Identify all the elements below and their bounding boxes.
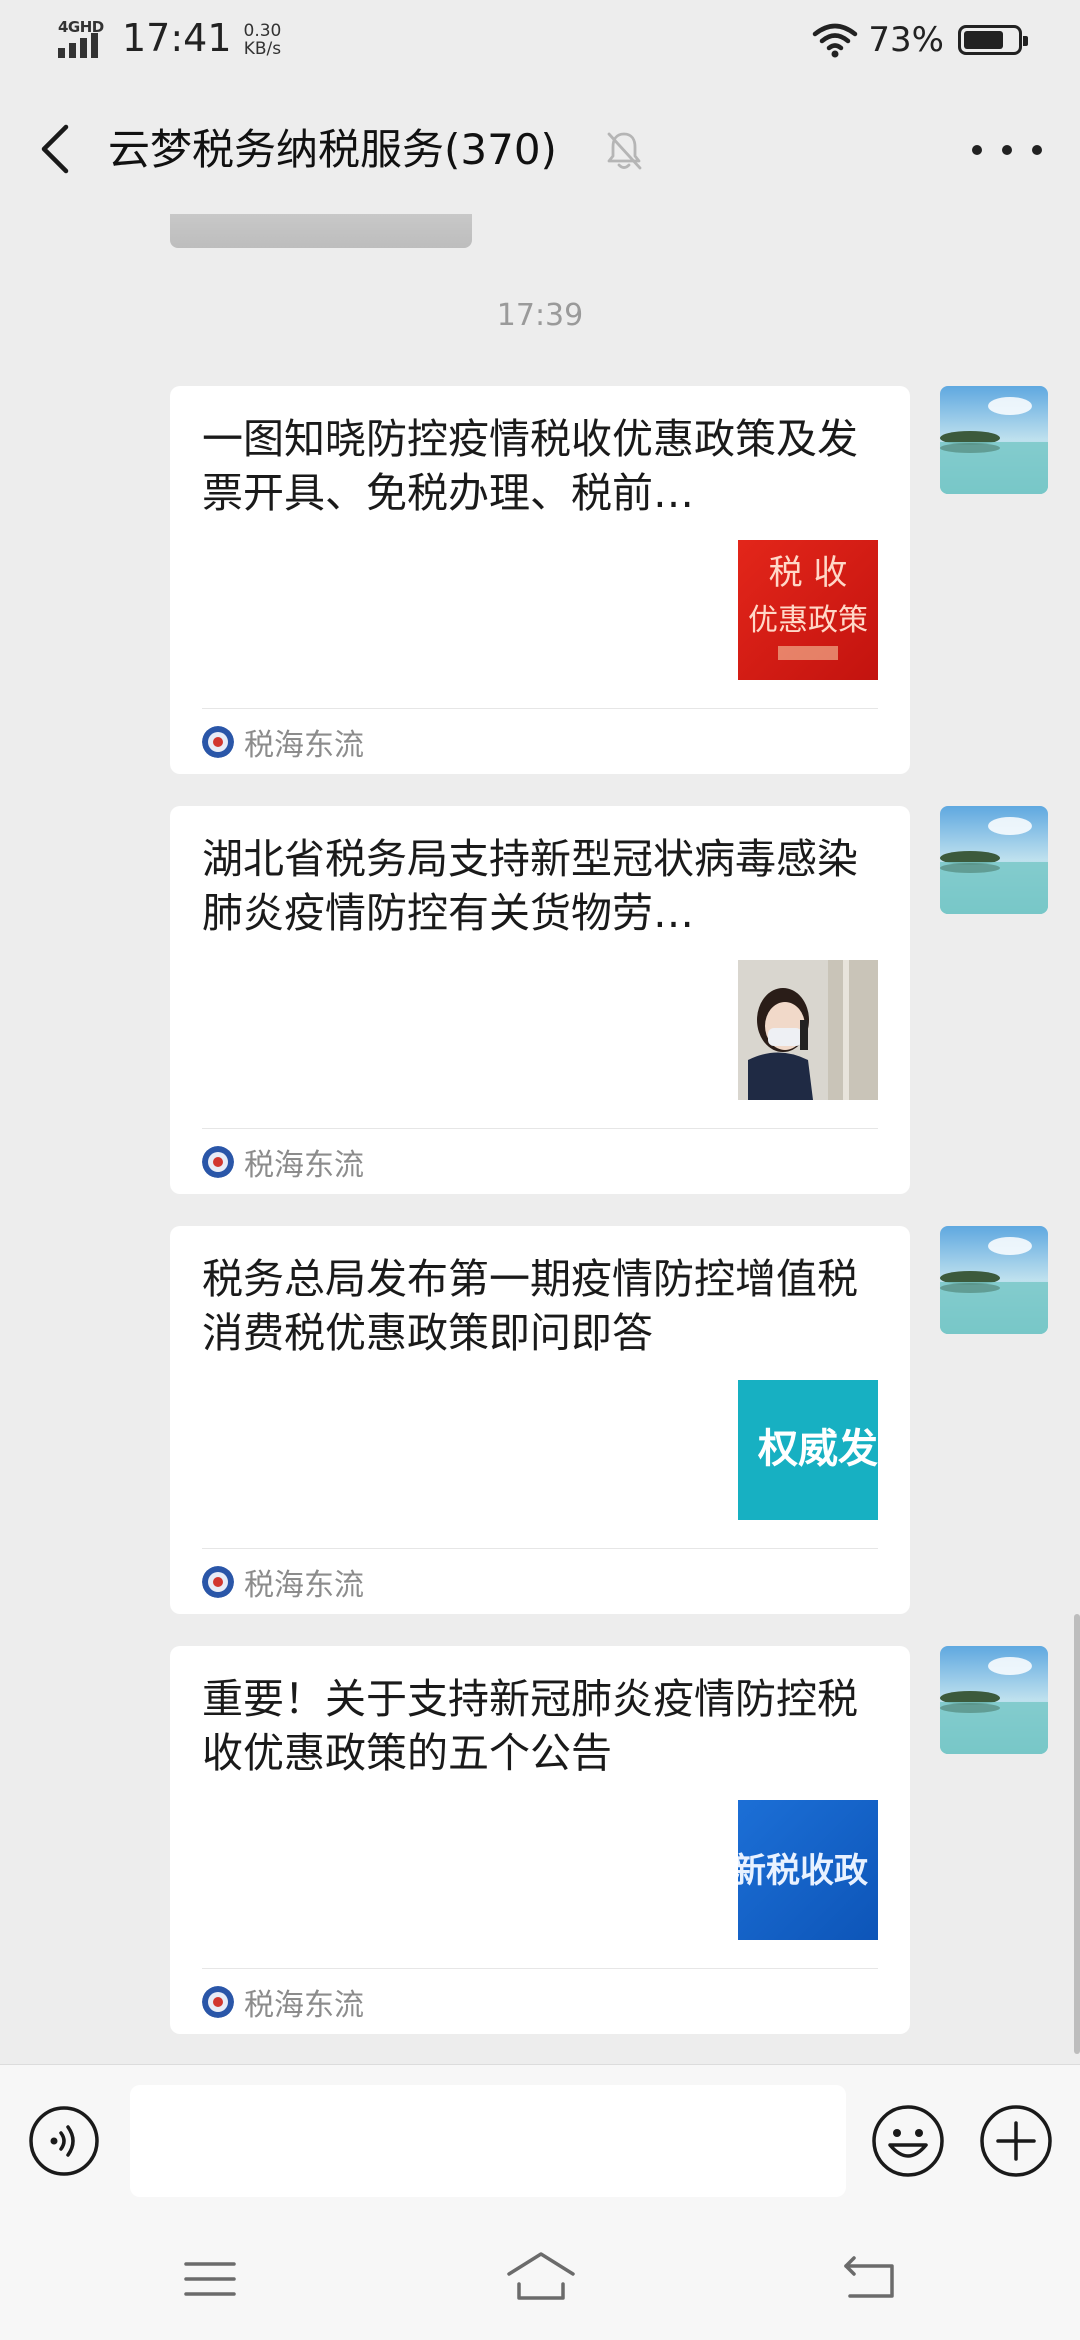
article-source: 税海东流 <box>202 1562 364 1603</box>
svg-text:税 收: 税 收 <box>769 553 848 593</box>
signal-icon: 4GHD <box>58 18 108 58</box>
avatar[interactable] <box>940 806 1048 914</box>
page-title: 云梦税务纳税服务(370) <box>108 125 557 174</box>
source-name: 税海东流 <box>244 1568 364 1603</box>
svg-text:新税收政: 新税收政 <box>738 1851 868 1891</box>
status-bar: 4GHD 17:41 0.30 KB/s 73% <box>0 0 1080 84</box>
plus-icon[interactable] <box>978 2103 1054 2179</box>
svg-text:优惠政策: 优惠政策 <box>748 603 868 638</box>
source-logo-icon <box>202 1566 234 1598</box>
source-name: 税海东流 <box>244 1988 364 2023</box>
more-icon[interactable] <box>972 128 1042 172</box>
article-card[interactable]: 湖北省税务局支持新型冠状病毒感染肺炎疫情防控有关货物劳… 税海东流 <box>170 806 910 1194</box>
article-card[interactable]: 重要！关于支持新冠肺炎疫情防控税收优惠政策的五个公告 新税收政 税海东流 <box>170 1646 910 2034</box>
card-divider <box>202 1548 878 1549</box>
network-speed-unit: KB/s <box>243 39 282 59</box>
avatar[interactable] <box>940 386 1048 494</box>
status-time: 17:41 <box>122 16 232 60</box>
article-title: 税务总局发布第一期疫情防控增值税消费税优惠政策即问即答 <box>202 1255 858 1357</box>
article-source: 税海东流 <box>202 722 364 763</box>
source-name: 税海东流 <box>244 1148 364 1183</box>
source-logo-icon <box>202 726 234 758</box>
article-source: 税海东流 <box>202 1142 364 1183</box>
article-title: 重要！关于支持新冠肺炎疫情防控税收优惠政策的五个公告 <box>202 1675 858 1777</box>
article-thumbnail: 税 收 优惠政策 <box>738 540 878 680</box>
card-divider <box>202 1968 878 1969</box>
emoji-icon[interactable] <box>870 2103 946 2179</box>
battery-percent: 73% <box>868 20 944 60</box>
menu-icon[interactable] <box>180 2254 240 2304</box>
article-card[interactable]: 一图知晓防控疫情税收优惠政策及发票开具、免税办理、税前… 税 收 优惠政策 税海… <box>170 386 910 774</box>
list-item: 重要！关于支持新冠肺炎疫情防控税收优惠政策的五个公告 新税收政 税海东流 <box>0 1646 1080 2036</box>
list-item: 一图知晓防控疫情税收优惠政策及发票开具、免税办理、税前… 税 收 优惠政策 税海… <box>0 386 1080 776</box>
status-right: 73% <box>812 20 1028 60</box>
home-icon[interactable] <box>505 2248 577 2306</box>
system-back-icon[interactable] <box>840 2252 900 2302</box>
status-left: 4GHD 17:41 0.30 KB/s <box>58 18 281 58</box>
message-input[interactable] <box>130 2085 846 2197</box>
scrollbar[interactable] <box>1074 1614 1080 2054</box>
message-timestamp: 17:39 <box>496 298 584 333</box>
network-speed-value: 0.30 <box>243 21 282 41</box>
article-title: 湖北省税务局支持新型冠状病毒感染肺炎疫情防控有关货物劳… <box>202 835 858 937</box>
card-divider <box>202 1128 878 1129</box>
article-thumbnail <box>738 960 878 1100</box>
source-logo-icon <box>202 1986 234 2018</box>
source-logo-icon <box>202 1146 234 1178</box>
input-bar <box>0 2064 1080 2215</box>
card-divider <box>202 708 878 709</box>
avatar[interactable] <box>940 1646 1048 1754</box>
network-speed: 0.30 KB/s <box>244 22 282 58</box>
list-item: 税务总局发布第一期疫情防控增值税消费税优惠政策即问即答 权威发 税海东流 <box>0 1226 1080 1616</box>
article-title: 一图知晓防控疫情税收优惠政策及发票开具、免税办理、税前… <box>202 415 858 517</box>
voice-icon[interactable] <box>28 2105 100 2177</box>
avatar[interactable] <box>940 1226 1048 1334</box>
chat-area[interactable]: 17:39 一图知晓防控疫情税收优惠政策及发票开具、免税办理、税前… 税 收 优… <box>0 214 1080 2064</box>
battery-icon <box>958 25 1028 55</box>
source-name: 税海东流 <box>244 728 364 763</box>
article-thumbnail: 新税收政 <box>738 1800 878 1940</box>
article-source: 税海东流 <box>202 1982 364 2023</box>
article-thumbnail: 权威发 <box>738 1380 878 1520</box>
list-item: 湖北省税务局支持新型冠状病毒感染肺炎疫情防控有关货物劳… 税海东流 <box>0 806 1080 1196</box>
system-nav-bar <box>0 2214 1080 2340</box>
svg-text:权威发: 权威发 <box>757 1426 878 1472</box>
mute-bell-icon <box>607 132 642 170</box>
article-card[interactable]: 税务总局发布第一期疫情防控增值税消费税优惠政策即问即答 权威发 税海东流 <box>170 1226 910 1614</box>
back-arrow-icon[interactable] <box>30 117 80 181</box>
wifi-icon <box>813 23 858 58</box>
previous-image-message[interactable] <box>170 214 472 248</box>
chat-header: 云梦税务纳税服务(370) <box>0 84 1080 214</box>
